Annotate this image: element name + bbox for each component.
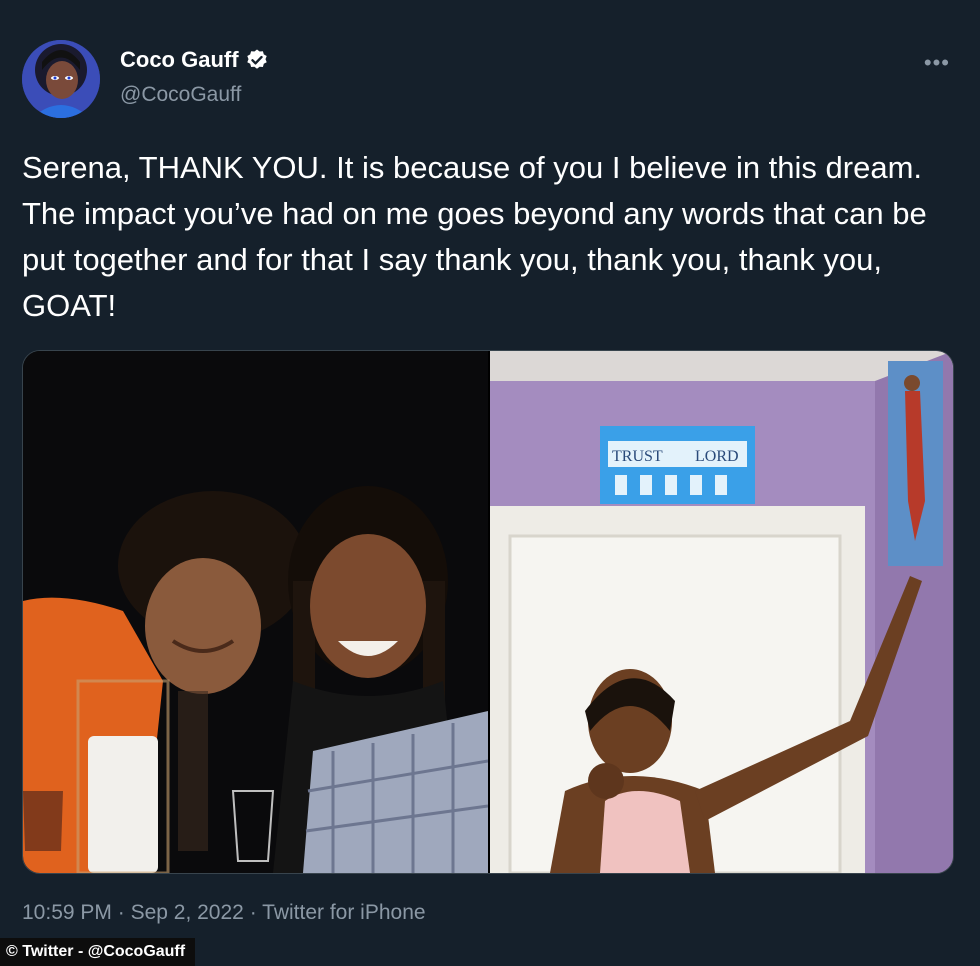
verified-badge-icon: [245, 48, 269, 72]
svg-text:TRUST: TRUST: [612, 448, 663, 465]
tweet-text: Serena, THANK YOU. It is because of you …: [22, 150, 927, 323]
avatar[interactable]: [22, 40, 100, 118]
tweet-source[interactable]: Twitter for iPhone: [262, 901, 425, 924]
tweet-time[interactable]: 10:59 PM: [22, 901, 112, 924]
right-photo[interactable]: TRUST LORD: [490, 351, 953, 873]
author-name-row[interactable]: Coco Gauff: [120, 47, 269, 73]
avatar-illustration-icon: [22, 40, 100, 118]
meta-separator: ·: [117, 901, 125, 924]
meta-separator: ·: [249, 901, 257, 924]
tweet-media[interactable]: TRUST LORD: [22, 350, 954, 874]
more-options-icon[interactable]: •••: [924, 50, 950, 76]
display-name[interactable]: Coco Gauff: [120, 47, 239, 73]
left-photo[interactable]: [23, 351, 488, 873]
tweet-meta: 10:59 PM · Sep 2, 2022 · Twitter for iPh…: [22, 901, 426, 925]
handle[interactable]: @CocoGauff: [120, 83, 241, 107]
tweet-date[interactable]: Sep 2, 2022: [131, 901, 244, 924]
image-credit: © Twitter - @CocoGauff: [0, 938, 196, 966]
svg-text:LORD: LORD: [695, 448, 739, 465]
